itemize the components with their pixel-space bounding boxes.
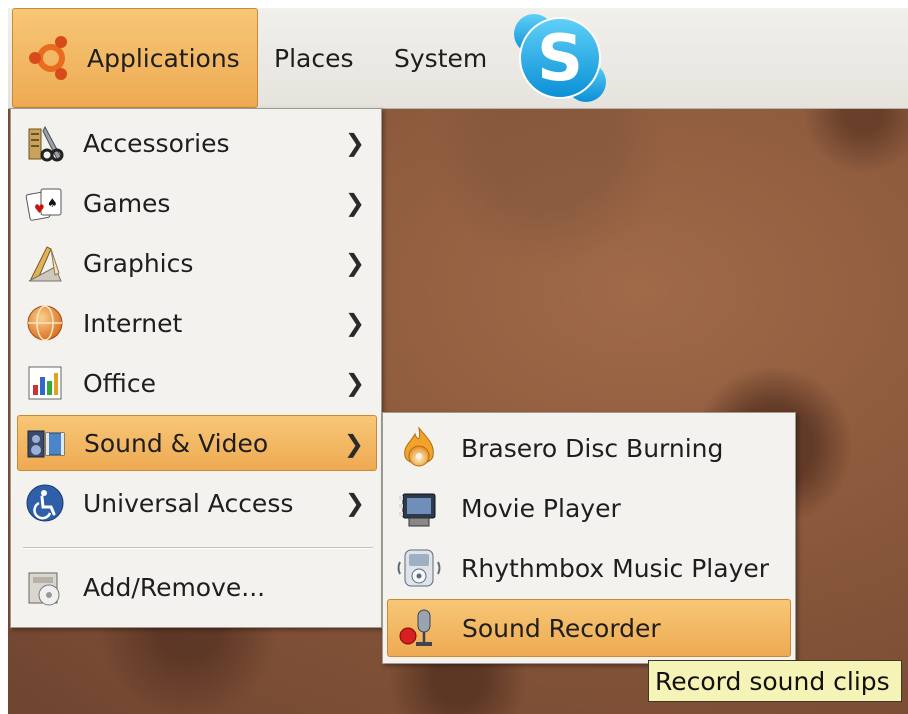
movie-player-icon <box>399 493 436 527</box>
office-icon <box>28 366 62 400</box>
brasero-icon <box>404 426 434 467</box>
places-label: Places <box>274 43 354 73</box>
sound-video-icon <box>27 430 65 458</box>
tooltip-text: Record sound clips <box>655 666 890 696</box>
menu-item-universal-access[interactable]: Universal Access ❯ <box>17 475 377 531</box>
menu-item-label: Internet <box>83 308 183 338</box>
places-menu-button[interactable]: Places <box>274 8 354 108</box>
svg-text:S: S <box>537 22 583 96</box>
submenu-item-label: Sound Recorder <box>462 613 661 643</box>
menu-item-graphics[interactable]: Graphics ❯ <box>17 235 377 291</box>
submenu-item-movie-player[interactable]: Movie Player <box>387 479 791 537</box>
submenu-item-label: Rhythmbox Music Player <box>461 553 770 583</box>
skype-icon[interactable]: S <box>512 12 608 104</box>
submenu-arrow-icon: ❯ <box>344 309 365 337</box>
tooltip: Record sound clips <box>648 660 902 702</box>
menu-item-office[interactable]: Office ❯ <box>17 355 377 411</box>
menu-item-label: Office <box>83 368 156 398</box>
menu-item-label: Add/Remove... <box>83 572 266 602</box>
menu-item-label: Accessories <box>83 128 230 158</box>
submenu-item-label: Movie Player <box>461 493 621 523</box>
system-label: System <box>394 43 488 73</box>
submenu-arrow-icon: ❯ <box>344 249 365 277</box>
games-icon: ♥ ♠ <box>25 188 62 221</box>
menu-separator <box>23 547 373 549</box>
menu-item-internet[interactable]: Internet ❯ <box>17 295 377 351</box>
submenu-item-brasero[interactable]: Brasero Disc Burning <box>387 419 791 477</box>
applications-menu: Accessories ❯ ♥ ♠ Games ❯ Graphics ❯ Int… <box>10 108 382 628</box>
sound-recorder-icon <box>399 609 432 646</box>
rhythmbox-icon <box>397 549 441 587</box>
graphics-icon <box>28 246 62 282</box>
submenu-item-rhythmbox[interactable]: Rhythmbox Music Player <box>387 539 791 597</box>
menu-item-accessories[interactable]: Accessories ❯ <box>17 115 377 171</box>
top-panel: Applications Places System S <box>8 8 908 109</box>
applications-menu-button[interactable]: Applications <box>12 8 258 108</box>
submenu-item-label: Brasero Disc Burning <box>461 433 724 463</box>
ubuntu-logo-icon <box>27 34 75 82</box>
submenu-arrow-icon: ❯ <box>344 489 365 517</box>
accessories-icon <box>28 125 64 162</box>
submenu-arrow-icon: ❯ <box>344 129 365 157</box>
submenu-arrow-icon: ❯ <box>344 189 365 217</box>
menu-item-label: Universal Access <box>83 488 294 518</box>
sound-video-submenu: Brasero Disc Burning Movie Player Rhythm… <box>382 412 796 664</box>
applications-label: Applications <box>87 43 240 73</box>
submenu-arrow-icon: ❯ <box>343 430 364 458</box>
screen: Applications Places System S Accessories… <box>8 8 908 714</box>
menu-item-label: Sound & Video <box>84 428 269 458</box>
universal-access-icon <box>26 484 64 522</box>
add-remove-icon <box>28 572 60 606</box>
submenu-item-sound-recorder[interactable]: Sound Recorder <box>387 599 791 657</box>
menu-item-label: Graphics <box>83 248 194 278</box>
menu-item-sound-video[interactable]: Sound & Video ❯ <box>17 415 377 471</box>
menu-item-add-remove[interactable]: Add/Remove... <box>17 559 377 615</box>
menu-item-games[interactable]: ♥ ♠ Games ❯ <box>17 175 377 231</box>
svg-text:♥: ♥ <box>34 202 45 216</box>
svg-text:♠: ♠ <box>47 196 58 210</box>
submenu-arrow-icon: ❯ <box>344 369 365 397</box>
internet-icon <box>27 305 63 341</box>
system-menu-button[interactable]: System <box>394 8 487 108</box>
menu-item-label: Games <box>83 188 171 218</box>
